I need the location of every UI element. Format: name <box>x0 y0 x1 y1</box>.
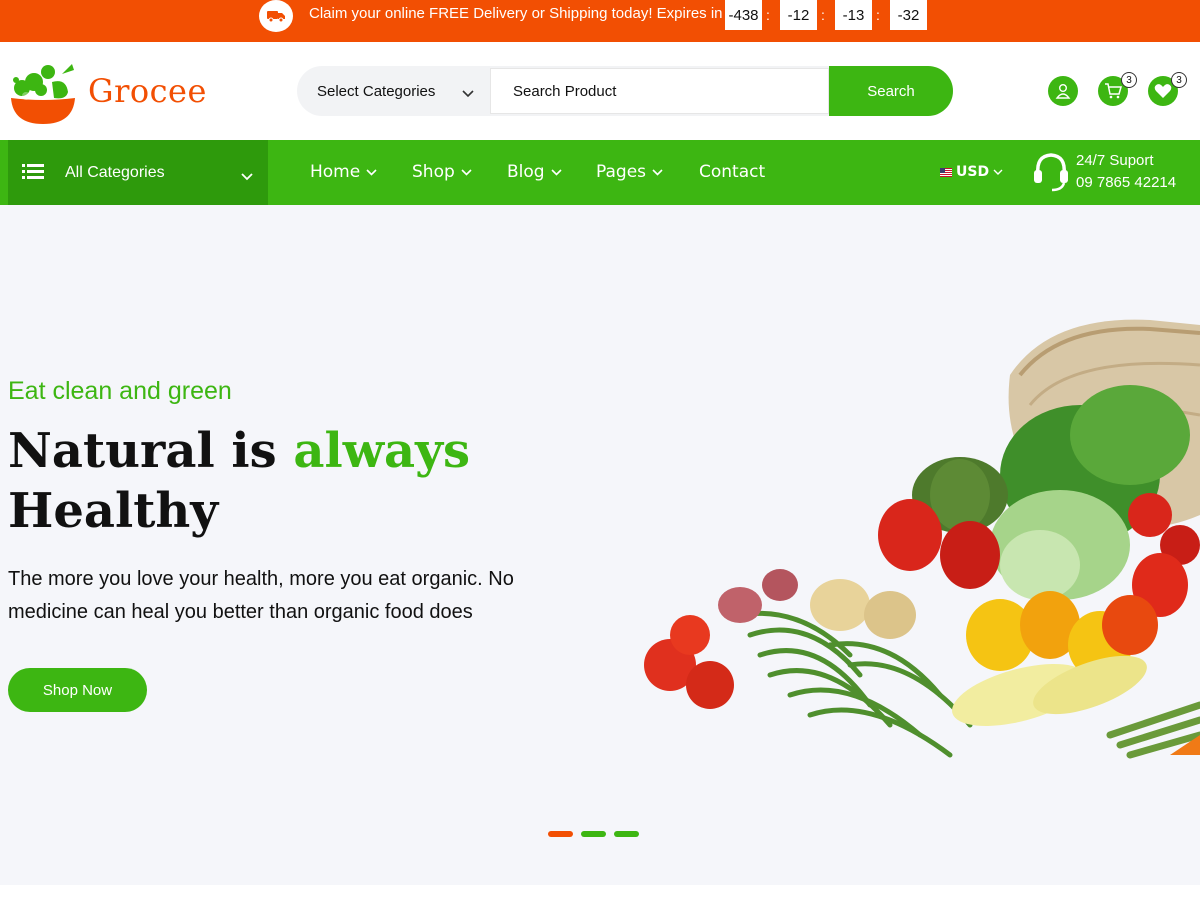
currency-label: USD <box>956 164 990 180</box>
all-categories-button[interactable]: All Categories <box>8 140 268 205</box>
cart-icon[interactable]: 3 <box>1098 72 1137 106</box>
countdown-days: -438 <box>725 0 762 30</box>
promo-message: Claim your online FREE Delivery or Shipp… <box>309 5 723 22</box>
hero-description: The more you love your health, more you … <box>8 568 514 623</box>
vegetables-image <box>630 315 1200 775</box>
nav-home[interactable]: Home <box>310 162 377 182</box>
heart-icon[interactable]: 3 <box>1148 72 1187 106</box>
countdown-separator: : <box>766 7 770 23</box>
hero-headline-part2: Healthy <box>8 483 219 539</box>
truck-icon <box>259 0 293 32</box>
chevron-down-icon <box>366 168 377 176</box>
chevron-down-icon <box>993 169 1003 175</box>
chevron-down-icon <box>461 168 472 176</box>
nav-pages[interactable]: Pages <box>596 162 663 182</box>
slider-dot-3[interactable] <box>614 831 639 837</box>
nav-blog-label: Blog <box>507 162 545 182</box>
wishlist-count-badge: 3 <box>1171 72 1187 88</box>
site-header: Grocee Select Categories Search 3 3 <box>0 42 1200 140</box>
slider-dot-2[interactable] <box>581 831 606 837</box>
hero-headline-highlight: always <box>293 423 471 479</box>
currency-select[interactable]: USD <box>940 164 1003 180</box>
nav-shop[interactable]: Shop <box>412 162 472 182</box>
search-input[interactable] <box>490 68 829 114</box>
search-bar: Select Categories Search <box>297 66 953 116</box>
hero-slider: Eat clean and green Natural is always Hea… <box>0 205 1200 885</box>
countdown-separator: : <box>876 7 880 23</box>
logo-text[interactable]: Grocee <box>88 72 207 110</box>
nav-contact[interactable]: Contact <box>699 162 765 182</box>
headset-icon <box>1032 152 1070 197</box>
main-nav: All Categories Home Shop Blog Pages Cont… <box>0 140 1200 205</box>
hero-eyebrow: Eat clean and green <box>8 377 232 405</box>
hero-headline: Natural is always Healthy <box>8 421 568 541</box>
list-icon <box>22 163 44 186</box>
promo-bar: Claim your online FREE Delivery or Shipp… <box>0 0 1200 42</box>
support-phone[interactable]: 09 7865 42214 <box>1076 174 1176 191</box>
nav-pages-label: Pages <box>596 162 647 182</box>
chevron-down-icon <box>551 168 562 176</box>
countdown-minutes: -13 <box>835 0 872 30</box>
chevron-down-icon <box>652 168 663 176</box>
nav-home-label: Home <box>310 162 361 182</box>
us-flag-icon <box>940 167 952 177</box>
nav-blog[interactable]: Blog <box>507 162 562 182</box>
category-select[interactable]: Select Categories <box>297 66 490 116</box>
logo-icon[interactable] <box>8 58 78 124</box>
nav-contact-label: Contact <box>699 162 766 182</box>
shop-now-button[interactable]: Shop Now <box>8 668 147 712</box>
user-icon[interactable] <box>1048 76 1078 106</box>
slider-dot-1[interactable] <box>548 831 573 837</box>
chevron-down-icon <box>241 168 253 186</box>
search-button[interactable]: Search <box>829 66 953 116</box>
countdown-hours: -12 <box>780 0 817 30</box>
cart-count-badge: 3 <box>1121 72 1137 88</box>
hero-headline-part1: Natural is <box>8 423 294 479</box>
nav-shop-label: Shop <box>412 162 455 182</box>
countdown-separator: : <box>821 7 825 23</box>
countdown-seconds: -32 <box>890 0 927 30</box>
all-categories-label: All Categories <box>65 164 165 181</box>
support-title: 24/7 Suport <box>1076 152 1154 169</box>
chevron-down-icon <box>462 85 474 102</box>
category-select-label: Select Categories <box>317 82 436 100</box>
